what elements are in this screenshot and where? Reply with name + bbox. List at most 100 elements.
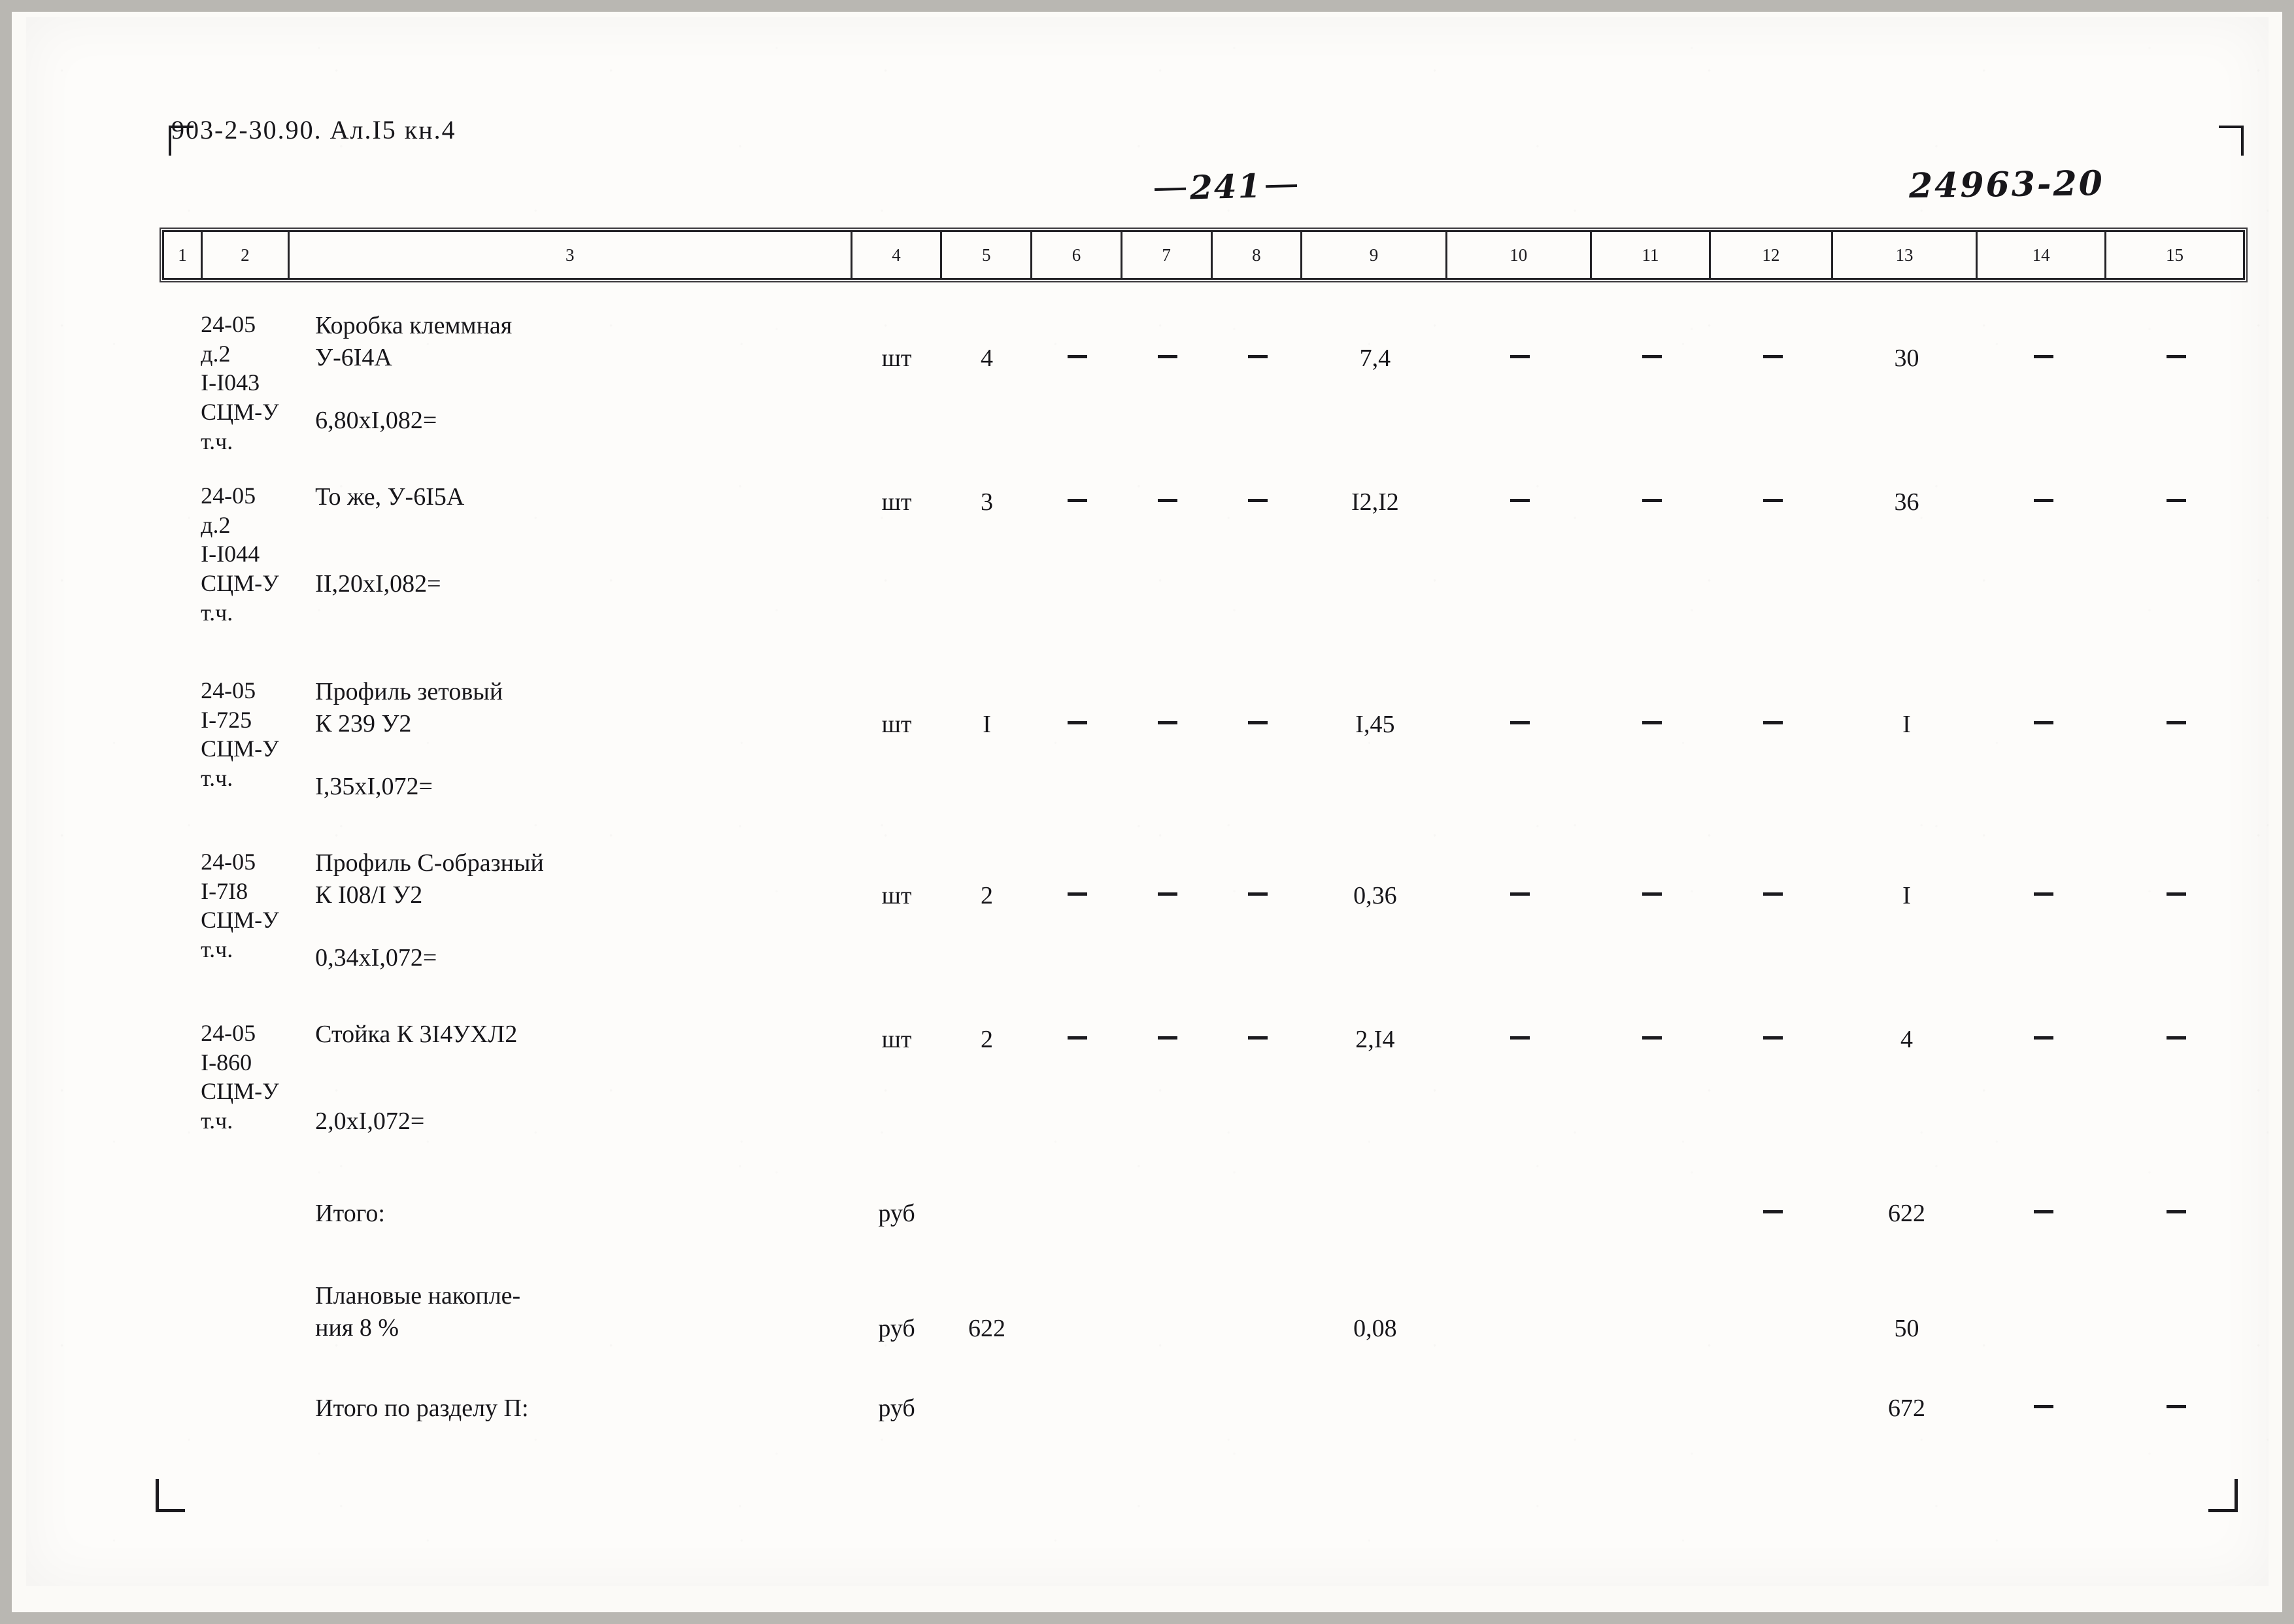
cell-col-15: [2108, 845, 2244, 912]
cell-col-15: [2108, 673, 2244, 741]
cell-col-13: 4: [1900, 1026, 1913, 1053]
cell-quantity: 622: [968, 1315, 1006, 1342]
norm-code-line: СЦМ-У: [201, 569, 279, 596]
description-block: То же, У-6I5А II,20хI,082=: [315, 481, 851, 601]
summary-label-line: Плановые накопле-: [315, 1282, 521, 1310]
norm-code-line: т.ч.: [201, 599, 233, 626]
document-page: 903-2-30.90. Ал.I5 кн.4 241 24963-20 123…: [0, 0, 2294, 1624]
dash-glyph: [1247, 892, 1268, 896]
cell-col-8: [1213, 479, 1303, 518]
cell-col-1: [162, 307, 201, 310]
cell-col-15: [2108, 1277, 2244, 1313]
dash-glyph: [2033, 1405, 2053, 1408]
cell-col-11: [1593, 1016, 1712, 1056]
cell-col-3: Плановые накопле-ния 8 %: [288, 1277, 851, 1345]
cell-col-11: [1593, 1390, 1712, 1393]
cell-col-10: [1447, 845, 1593, 912]
norm-code-line: д.2: [201, 340, 231, 367]
cell-unit: шт: [881, 1026, 912, 1053]
cell-col-12: [1712, 307, 1834, 375]
cell-col-7: [1122, 845, 1213, 912]
description-line: Коробка клеммная: [315, 312, 513, 339]
corner-bracket-bottom-right: [2208, 1479, 2238, 1512]
cell-col-7: [1122, 307, 1213, 375]
cell-col-11: [1593, 673, 1712, 741]
dash-glyph: [1642, 499, 1662, 502]
cell-col-8: [1213, 307, 1303, 375]
norm-code-line: 24-05: [201, 482, 256, 509]
cell-col-1: [162, 1016, 201, 1019]
table-row: 24-05 д.2 I-I043 СЦМ-У т.ч. Коробка клеммная У…: [162, 307, 2245, 456]
dash-glyph: [1157, 892, 1177, 896]
cell-col-10: [1447, 307, 1593, 375]
cell-col-2: [201, 1277, 288, 1280]
cell-unit: руб: [878, 1200, 915, 1227]
cell-col-1: [162, 673, 201, 676]
norm-code-block: 24-05 д.2 I-I044 СЦМ-У т.ч.: [201, 481, 288, 627]
dash-glyph: [1067, 721, 1087, 724]
cell-col-6: [1032, 1277, 1122, 1313]
cell-col-10: [1447, 673, 1593, 741]
cell-unit: шт: [881, 711, 912, 738]
dash-glyph: [2167, 499, 2187, 502]
column-header-8: 8: [1213, 232, 1303, 278]
dash-glyph: [1157, 721, 1177, 724]
cell-col-15: [2108, 307, 2244, 375]
norm-code-line: СЦМ-У: [201, 736, 279, 762]
cell-quantity: 2: [981, 1026, 994, 1053]
cell-col-10: [1447, 1277, 1593, 1313]
summary-label-block: Плановые накопле-ния 8 %: [315, 1280, 851, 1345]
dash-glyph: [2167, 892, 2187, 896]
summary-label-line: Итого:: [315, 1200, 385, 1227]
cell-col-12: [1712, 1195, 1834, 1230]
cell-col-15: [2108, 479, 2244, 518]
summary-label-block: Итого по разделу П:: [315, 1393, 851, 1425]
cell-col-8: [1213, 1390, 1303, 1393]
calculation-expression: 0,34хI,072=: [315, 943, 437, 972]
dash-glyph: [2033, 721, 2053, 724]
cell-quantity: [942, 1195, 1032, 1198]
cell-col-9: I,45: [1355, 711, 1395, 738]
cell-col-9: 7,4: [1359, 345, 1391, 372]
norm-code-line: т.ч.: [201, 936, 233, 962]
cell-col-10: [1447, 1016, 1593, 1056]
dash-glyph: [1763, 1210, 1783, 1213]
description-block: Профиль С-образный К I08/I У2 0,34хI,072=: [315, 847, 851, 974]
norm-code-line: д.2: [201, 511, 231, 538]
cell-col-13: 672: [1887, 1395, 1925, 1422]
norm-code-line: СЦМ-У: [201, 1078, 279, 1105]
table-row: 24-05 I-725 СЦМ-У т.ч. Профиль зетовый К 239 …: [162, 673, 2245, 822]
calculation-expression: I,35хI,072=: [315, 772, 433, 800]
cell-col-8: [1213, 1195, 1303, 1198]
table-row: 24-05 д.2 I-I044 СЦМ-У т.ч. То же, У-6I5А II,2…: [162, 479, 2245, 628]
cell-col-15: [2108, 1016, 2244, 1056]
cell-col-14: [1979, 1195, 2108, 1230]
page-number-value: 241: [1189, 166, 1263, 207]
norm-code-line: т.ч.: [201, 428, 233, 454]
cell-col-3: Профиль зетовый К 239 У2 I,35хI,072=: [288, 673, 851, 803]
cell-col-13: I: [1902, 711, 1911, 738]
table-row: 24-05 I-860 СЦМ-У т.ч. Стойка К 3I4УХЛ2 2,0хI…: [162, 1016, 2245, 1165]
norm-code-block: 24-05 I-7I8 СЦМ-У т.ч.: [201, 847, 288, 964]
dash-glyph: [2033, 892, 2053, 896]
cell-unit: руб: [878, 1315, 915, 1342]
column-header-5: 5: [942, 232, 1033, 278]
cell-col-12: [1712, 1016, 1834, 1056]
cell-col-14: [1979, 307, 2108, 375]
cell-col-7: [1122, 1277, 1213, 1313]
cell-col-14: [1979, 845, 2108, 912]
dash-glyph: [1067, 355, 1087, 358]
cell-col-1: [162, 479, 201, 481]
summary-row: Итого: руб 622: [162, 1195, 2245, 1251]
norm-code-line: 24-05: [201, 311, 256, 337]
column-header-2: 2: [203, 232, 290, 278]
cell-col-15: [2108, 1195, 2244, 1230]
dash-glyph: [2033, 1036, 2053, 1040]
description-block: Стойка К 3I4УХЛ2 2,0хI,072=: [315, 1019, 851, 1138]
dash-glyph: [1642, 355, 1662, 358]
cell-col-6: [1032, 1195, 1122, 1198]
summary-label-line: Итого по разделу П:: [315, 1395, 529, 1422]
cell-col-7: [1122, 1195, 1213, 1198]
cell-col-1: [162, 1195, 201, 1198]
cell-col-11: [1593, 845, 1712, 912]
